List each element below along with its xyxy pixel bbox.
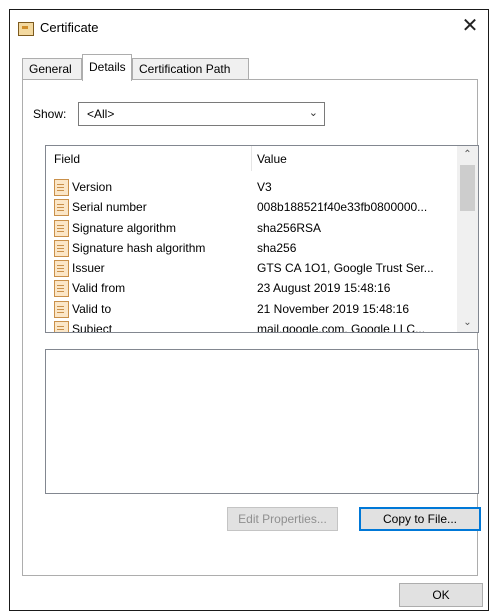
field-name: Valid to [72, 301, 112, 316]
field-name: Signature algorithm [72, 220, 177, 235]
column-header-value[interactable]: Value [257, 152, 287, 166]
list-rows: Version V3 Serial number 008b188521f40e3… [46, 177, 456, 333]
field-list[interactable]: Field Value Version V3 Serial number 008… [45, 145, 479, 333]
field-value: V3 [257, 180, 272, 194]
field-value: 008b188521f40e33fb0800000... [257, 200, 428, 215]
close-icon[interactable]: ✕ [460, 16, 480, 37]
field-value: 21 November 2019 15:48:16 [257, 301, 410, 316]
copy-to-file-button[interactable]: Copy to File... [359, 507, 481, 531]
window-title: Certificate [40, 20, 99, 35]
vertical-scrollbar[interactable]: ⌃ ⌄ [457, 146, 478, 332]
show-dropdown[interactable]: <All> ⌄ [78, 102, 325, 126]
list-item[interactable]: Version V3 [46, 177, 456, 197]
field-value: sha256RSA [257, 220, 322, 235]
ok-button[interactable]: OK [399, 583, 483, 607]
list-item[interactable]: Signature algorithm sha256RSA [46, 218, 456, 238]
chevron-down-icon: ⌄ [308, 107, 318, 119]
field-icon [54, 300, 69, 318]
show-dropdown-value: <All> [87, 107, 115, 121]
scroll-up-icon[interactable]: ⌃ [457, 146, 478, 164]
list-header: Field Value [46, 146, 456, 171]
list-item[interactable]: Valid to 21 November 2019 15:48:16 [46, 299, 456, 319]
column-divider[interactable] [251, 146, 252, 171]
tab-certification-path[interactable]: Certification Path [132, 58, 249, 80]
field-name: Valid from [72, 281, 126, 296]
field-value: GTS CA 1O1, Google Trust Ser... [257, 261, 434, 276]
field-name: Issuer [72, 261, 105, 276]
list-item[interactable]: Subject mail.google.com, Google LLC... [46, 319, 456, 333]
list-item[interactable]: Valid from 23 August 2019 15:48:16 [46, 278, 456, 298]
field-value: 23 August 2019 15:48:16 [257, 281, 391, 296]
list-item[interactable]: Serial number 008b188521f40e33fb0800000.… [46, 197, 456, 217]
scroll-down-icon[interactable]: ⌄ [457, 314, 478, 332]
show-label: Show: [33, 107, 67, 121]
field-detail-box[interactable] [45, 349, 479, 494]
field-icon [54, 179, 69, 196]
list-item[interactable]: Issuer GTS CA 1O1, Google Trust Ser... [46, 258, 456, 278]
field-icon [54, 280, 69, 298]
title-bar: Certificate ✕ [10, 10, 488, 46]
field-icon [54, 219, 69, 237]
field-name: Signature hash algorithm [72, 240, 206, 255]
field-value: sha256 [257, 240, 297, 255]
details-panel: Show: <All> ⌄ Field Value Version V3 Ser… [22, 79, 481, 576]
field-name: Subject [72, 322, 113, 333]
tab-general[interactable]: General [22, 58, 82, 80]
tab-details[interactable]: Details [82, 54, 132, 81]
field-icon [54, 260, 69, 278]
scrollbar-thumb[interactable] [460, 165, 475, 211]
column-header-field[interactable]: Field [54, 152, 80, 166]
list-item[interactable]: Signature hash algorithm sha256 [46, 238, 456, 258]
field-icon [54, 239, 69, 257]
certificate-icon [18, 22, 34, 36]
field-name: Version [72, 180, 113, 194]
field-name: Serial number [72, 200, 147, 215]
field-icon [54, 321, 69, 332]
certificate-dialog: Certificate ✕ General Details Certificat… [9, 9, 489, 611]
field-value: mail.google.com, Google LLC... [257, 322, 426, 333]
edit-properties-button[interactable]: Edit Properties... [227, 507, 338, 531]
field-icon [54, 199, 69, 217]
